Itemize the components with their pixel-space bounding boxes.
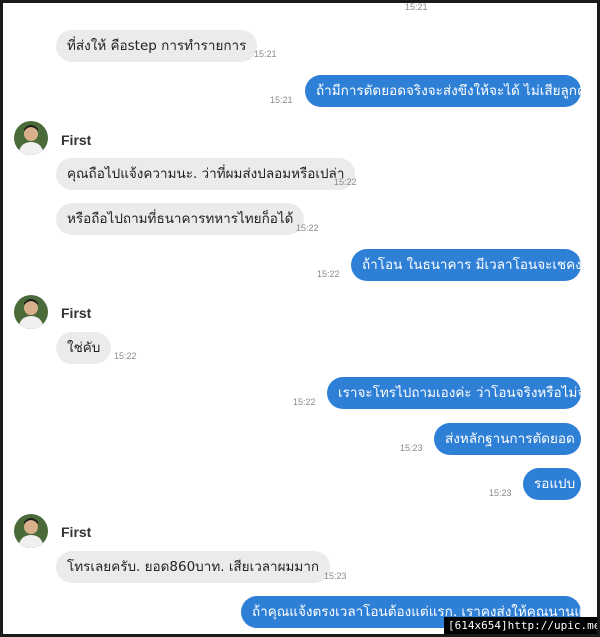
message-timestamp: 15:21: [270, 95, 293, 105]
watermark-text: [614x654]http://upic.me/: [444, 617, 597, 634]
outgoing-message[interactable]: ถ้าโอน ในธนาคาร มีเวลาโอนจะเชคง่าย: [351, 249, 597, 281]
sender-name: First: [61, 132, 92, 148]
contact-avatar[interactable]: [14, 121, 48, 155]
message-timestamp: 15:21: [405, 2, 428, 12]
message-timestamp: 15:22: [293, 397, 316, 407]
outgoing-message[interactable]: ส่งหลักฐานการตัดยอด: [434, 423, 581, 455]
outgoing-message[interactable]: เราจะโทรไปถามเองค่ะ ว่าโอนจริงหรือไม่จริ…: [327, 377, 597, 409]
incoming-message[interactable]: โทรเลยครับ. ยอด860บาท. เสียเวลาผมมาก: [56, 551, 331, 583]
chat-window: 15:21 ที่ส่งให้ คือstep การทำรายการ 15:2…: [0, 0, 600, 637]
message-timestamp: 15:22: [317, 269, 340, 279]
incoming-message[interactable]: หรือถือไปถามที่ธนาคารทหารไทยก็อได้: [56, 203, 305, 235]
avatar-image: [14, 514, 48, 548]
message-timestamp: 15:23: [400, 443, 423, 453]
avatar-image: [14, 121, 48, 155]
sender-name: First: [61, 305, 92, 321]
incoming-message[interactable]: ใช่คับ: [56, 332, 112, 364]
sender-name: First: [61, 524, 92, 540]
avatar-image: [14, 295, 48, 329]
message-timestamp: 15:23: [324, 571, 347, 581]
message-timestamp: 15:21: [254, 49, 277, 59]
contact-avatar[interactable]: [14, 514, 48, 548]
outgoing-message[interactable]: รอแปบ: [523, 468, 581, 500]
incoming-message[interactable]: คุณถือไปแจ้งความนะ. ว่าที่ผมส่งปลอมหรือเ…: [56, 158, 356, 190]
outgoing-message[interactable]: ถ้ามีการตัดยอดจริงจะส่งขึงให้จะได้ ไม่เส…: [305, 75, 594, 107]
message-timestamp: 15:22: [296, 223, 319, 233]
incoming-message[interactable]: ที่ส่งให้ คือstep การทำรายการ: [56, 30, 258, 62]
message-timestamp: 15:22: [114, 351, 137, 361]
message-timestamp: 15:23: [489, 488, 512, 498]
contact-avatar[interactable]: [14, 295, 48, 329]
message-timestamp: 15:22: [334, 177, 357, 187]
